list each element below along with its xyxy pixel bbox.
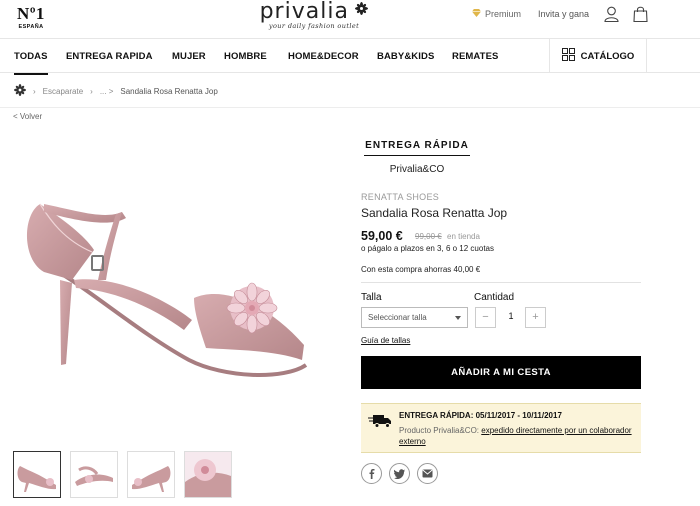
thumbnail[interactable] <box>184 451 232 498</box>
nav-item-baby-kids[interactable]: BABY&KIDS <box>377 51 434 62</box>
original-price-label: en tienda <box>447 232 480 241</box>
size-label: Talla <box>361 292 382 303</box>
breadcrumb: › Escaparate › ... > Sandalia Rosa Renat… <box>14 84 218 98</box>
logo-wordmark: privalia <box>259 0 349 24</box>
divider <box>361 282 641 283</box>
catalog-button[interactable]: CATÁLOGO <box>549 39 647 73</box>
product-brand: RENATTA SHOES <box>361 192 440 202</box>
size-guide-link[interactable]: Guía de tallas <box>361 336 410 345</box>
gem-icon <box>472 9 481 19</box>
thumbnail[interactable] <box>70 451 118 498</box>
privalia-logo[interactable]: privalia your daily fashion outlet <box>244 0 384 30</box>
delivery-title: ENTREGA RÁPIDA: 05/11/2017 - 10/11/2017 <box>399 411 562 420</box>
delivery-text: Producto Privalia&CO: expedido directame… <box>399 425 635 447</box>
thumbnail[interactable] <box>13 451 61 498</box>
savings-text: Con esta compra ahorras 40,00 € <box>361 265 481 274</box>
thumbnail[interactable] <box>127 451 175 498</box>
premium-link[interactable]: Premium <box>472 9 521 19</box>
quantity-increase-button[interactable]: + <box>525 307 546 328</box>
catalog-label: CATÁLOGO <box>580 50 635 62</box>
nav-item-entrega-rapida[interactable]: ENTREGA RAPIDA <box>66 51 153 62</box>
twitter-icon[interactable] <box>389 463 410 484</box>
grid-icon <box>561 48 575 64</box>
nav-item-home-decor[interactable]: HOME&DECOR <box>288 51 359 62</box>
shopping-bag-icon[interactable] <box>633 6 648 27</box>
chevron-right-icon: › <box>33 86 36 96</box>
nav-item-mujer[interactable]: MUJER <box>172 51 206 62</box>
original-price: 99,00 € <box>415 232 442 241</box>
breadcrumb-current: Sandalia Rosa Renatta Jop <box>120 86 218 96</box>
product-name: Sandalia Rosa Renatta Jop <box>361 206 508 220</box>
premium-label: Premium <box>485 9 522 19</box>
flower-icon[interactable] <box>14 84 26 98</box>
badge-country: ESPAÑA <box>18 24 44 30</box>
email-icon[interactable] <box>417 463 438 484</box>
truck-icon <box>368 414 392 433</box>
back-link[interactable]: < Volver <box>13 112 42 121</box>
quantity-label: Cantidad <box>474 292 515 303</box>
thumbnail-strip <box>13 451 232 498</box>
nav-item-remates[interactable]: REMATES <box>452 51 498 62</box>
invite-link[interactable]: Invita y gana <box>538 9 589 19</box>
quantity-decrease-button[interactable]: − <box>475 307 496 328</box>
installments-text: o págalo a plazos en 3, 6 o 12 cuotas <box>361 244 494 253</box>
breadcrumb-escaparate[interactable]: Escaparate <box>43 87 83 96</box>
top-header: Nº1 ESPAÑA privalia your daily fashion o… <box>0 0 700 38</box>
number-one-spain-badge: Nº1 ESPAÑA <box>14 4 48 31</box>
nav-item-hombre[interactable]: HOMBRE <box>224 51 267 62</box>
flower-icon <box>355 2 369 20</box>
product-main-image[interactable] <box>14 180 314 393</box>
delivery-info-box: ENTREGA RÁPIDA: 05/11/2017 - 10/11/2017 … <box>361 403 641 453</box>
quantity-value[interactable]: 1 <box>499 311 523 321</box>
campaign-title[interactable]: ENTREGA RÁPIDA <box>364 140 470 156</box>
size-select[interactable]: Seleccionar talla <box>361 307 468 328</box>
user-icon[interactable] <box>604 6 619 27</box>
campaign-subtitle: Privalia&CO <box>389 164 445 175</box>
divider <box>0 107 700 108</box>
main-navigation: TODAS ENTREGA RAPIDA MUJER HOMBRE HOME&D… <box>0 38 700 75</box>
breadcrumb-ellipsis[interactable]: ... > <box>100 87 114 96</box>
add-to-cart-button[interactable]: AÑADIR A MI CESTA <box>361 356 641 389</box>
delivery-text-prefix: Producto Privalia&CO: <box>399 426 480 435</box>
product-price: 59,00 € <box>361 229 403 243</box>
chevron-right-icon: › <box>90 86 93 96</box>
size-select-value: Seleccionar talla <box>368 313 427 322</box>
chevron-down-icon <box>455 316 461 320</box>
facebook-icon[interactable] <box>361 463 382 484</box>
nav-item-todas[interactable]: TODAS <box>14 51 48 75</box>
badge-number: Nº1 <box>17 4 45 23</box>
